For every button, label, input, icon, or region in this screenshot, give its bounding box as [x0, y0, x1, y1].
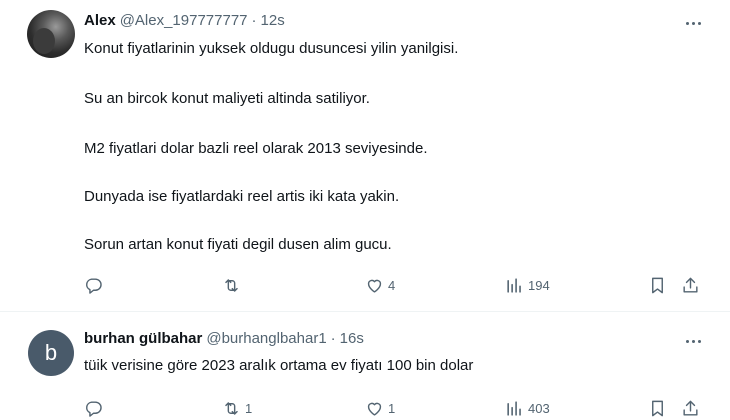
heart-icon [367, 402, 382, 416]
reply-button[interactable] [84, 396, 107, 420]
author-handle[interactable]: @burhanglbahar1 [206, 330, 326, 347]
avatar[interactable] [27, 10, 75, 58]
bookmark-button[interactable] [648, 273, 667, 297]
bookmark-icon [652, 400, 663, 416]
more-icon[interactable] [683, 331, 703, 351]
share-button[interactable] [681, 396, 700, 420]
tweet-line: Dunyada ise fiyatlardaki reel artis iki … [84, 188, 400, 205]
separator: · [251, 12, 257, 29]
views-button[interactable]: 403 [505, 396, 550, 420]
tweet-line: tüik verisine göre 2023 aralık ortama ev… [84, 357, 474, 374]
timestamp[interactable]: 12s [261, 12, 285, 29]
views-icon [507, 400, 521, 416]
author-handle[interactable]: @Alex_197777777 [120, 12, 248, 29]
like-button[interactable]: 1 [365, 396, 395, 420]
views-button[interactable]: 194 [505, 273, 550, 297]
retweet-count: 1 [245, 400, 253, 416]
tweet-alex[interactable]: Alex @Alex_197777777 · 12s Konut fiyatla… [0, 0, 730, 311]
tweet-header: burhan gülbahar @burhanglbahar1 · 16s [84, 330, 364, 347]
views-icon [507, 277, 521, 293]
separator: · [330, 330, 336, 347]
tweet-line: Sorun artan konut fiyati degil dusen ali… [84, 236, 392, 253]
reply-icon [86, 277, 102, 294]
like-count: 4 [388, 277, 396, 293]
share-icon [683, 400, 698, 416]
retweet-icon [225, 278, 238, 292]
more-icon[interactable] [683, 13, 703, 33]
tweet-burhan[interactable]: b burhan gülbahar @burhanglbahar1 · 16s … [0, 312, 730, 420]
reply-button[interactable] [84, 273, 107, 297]
avatar-letter: b [44, 340, 58, 365]
heart-icon [367, 279, 382, 293]
tweet-line: M2 fiyatlari dolar bazli reel olarak 201… [84, 140, 428, 157]
author-name[interactable]: Alex [84, 12, 116, 29]
retweet-button[interactable]: 1 [222, 396, 252, 420]
tweet-actions: 4 194 [84, 273, 704, 297]
tweet-actions: 1 1 403 [84, 396, 704, 420]
like-count: 1 [388, 400, 396, 416]
share-icon [683, 277, 698, 293]
tweet-line: Su an bircok konut maliyeti altinda sati… [84, 90, 370, 107]
avatar[interactable]: b [28, 330, 74, 376]
retweet-button[interactable] [222, 273, 245, 297]
share-button[interactable] [681, 273, 700, 297]
timestamp[interactable]: 16s [340, 330, 364, 347]
views-count: 194 [528, 277, 550, 293]
bookmark-button[interactable] [648, 396, 667, 420]
author-name[interactable]: burhan gülbahar [84, 330, 202, 347]
like-button[interactable]: 4 [365, 273, 395, 297]
tweet-header: Alex @Alex_197777777 · 12s [84, 12, 285, 29]
retweet-icon [225, 401, 238, 415]
tweet-line: Konut fiyatlarinin yuksek oldugu dusunce… [84, 40, 459, 57]
bookmark-icon [652, 277, 663, 293]
reply-icon [86, 400, 102, 417]
views-count: 403 [528, 400, 550, 416]
